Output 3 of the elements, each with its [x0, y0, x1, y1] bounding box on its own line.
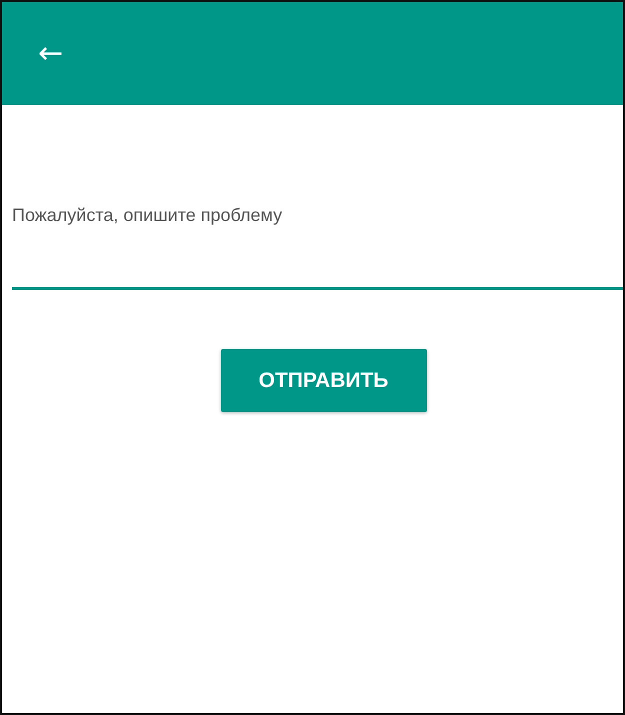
problem-field[interactable]: Пожалуйста, опишите проблему — [12, 193, 623, 290]
submit-button[interactable]: ОТПРАВИТЬ — [220, 349, 426, 412]
back-button[interactable]: ← — [38, 38, 64, 68]
